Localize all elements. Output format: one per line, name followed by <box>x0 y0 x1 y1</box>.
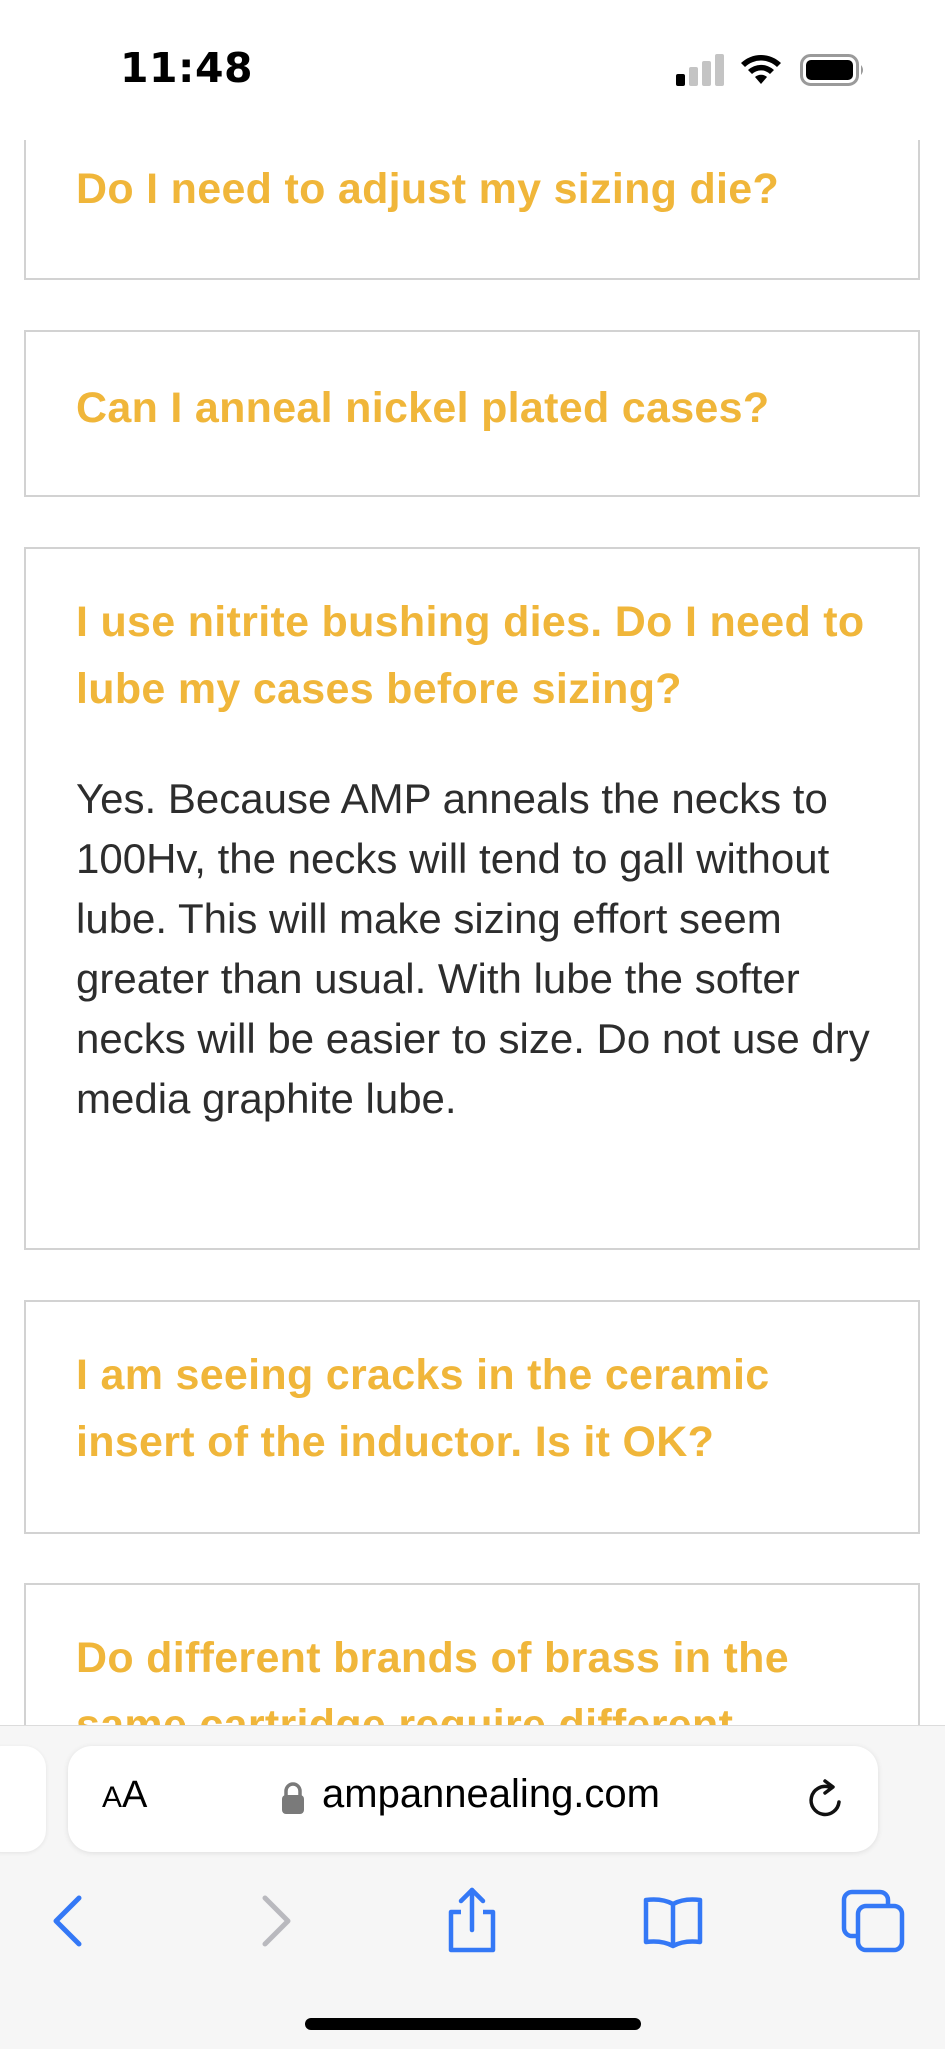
tabs-icon[interactable] <box>838 1886 908 1956</box>
signal-icon <box>676 54 726 86</box>
faq-question[interactable]: Can I anneal nickel plated cases? <box>76 375 878 442</box>
faq-item[interactable]: Do I need to adjust my sizing die? <box>24 140 920 280</box>
home-indicator <box>305 2018 641 2030</box>
wifi-icon <box>741 55 781 84</box>
back-icon[interactable] <box>34 1886 104 1956</box>
faq-answer: Yes. Because AMP anneals the necks to 10… <box>76 775 870 1122</box>
faq-item-expanded[interactable]: I use nitrite bushing dies. Do I need to… <box>24 547 920 1250</box>
faq-question[interactable]: I use nitrite bushing dies. Do I need to… <box>76 589 878 723</box>
browser-toolbar: AA ampannealing.com <box>0 1725 945 2049</box>
faq-question[interactable]: Do I need to adjust my sizing die? <box>76 156 878 223</box>
bookmarks-icon[interactable] <box>638 1886 708 1956</box>
faq-question[interactable]: Do different brands of brass in the same… <box>76 1625 878 1725</box>
share-icon[interactable] <box>437 1886 507 1956</box>
reload-icon[interactable] <box>804 1778 848 1822</box>
faq-item[interactable]: I am seeing cracks in the ceramic insert… <box>24 1300 920 1534</box>
faq-item[interactable]: Can I anneal nickel plated cases? <box>24 330 920 497</box>
reader-options-button[interactable]: AA <box>102 1774 147 1817</box>
battery-icon <box>800 54 863 86</box>
lock-icon <box>282 1782 304 1814</box>
status-bar: 11:48 <box>0 0 945 140</box>
faq-item[interactable]: Do different brands of brass in the same… <box>24 1583 920 1725</box>
faq-list: Do I need to adjust my sizing die? Can I… <box>0 140 945 1725</box>
url-text[interactable]: ampannealing.com <box>322 1772 660 1817</box>
status-time: 11:48 <box>120 44 254 92</box>
forward-icon[interactable] <box>240 1886 310 1956</box>
previous-tab-preview[interactable] <box>0 1746 46 1852</box>
faq-question[interactable]: I am seeing cracks in the ceramic insert… <box>76 1342 878 1476</box>
address-bar[interactable]: AA ampannealing.com <box>68 1746 878 1852</box>
